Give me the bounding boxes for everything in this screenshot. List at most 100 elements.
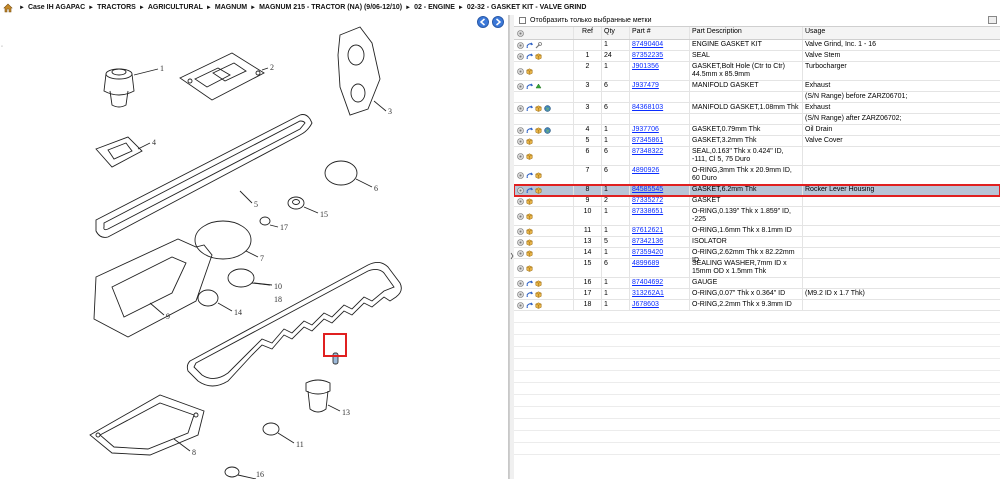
row-part-number[interactable]: 87345861 xyxy=(630,136,690,146)
table-row[interactable]: 7 6 4890926 O-RING,3mm Thk x 20.9mm ID, 60 … xyxy=(514,166,1000,185)
table-row[interactable]: (S/N Range) after ZARZ06702; xyxy=(514,114,1000,125)
row-part-number[interactable] xyxy=(630,114,690,124)
part-turbo-gasket[interactable] xyxy=(179,52,269,101)
row-part-number[interactable]: 87490404 xyxy=(630,40,690,50)
part-number-link[interactable]: 87345861 xyxy=(632,137,663,144)
row-part-number[interactable]: J937479 xyxy=(630,81,690,91)
part-number-link[interactable]: 87342136 xyxy=(632,238,663,245)
table-row[interactable]: 3 6 J937479 MANIFOLD GASKET Exhaust xyxy=(514,81,1000,92)
part-number-link[interactable]: 87612621 xyxy=(632,227,663,234)
row-part-number[interactable]: 87348322 xyxy=(630,147,690,165)
callout-6[interactable]: 6 xyxy=(374,184,378,193)
arrow-icon[interactable] xyxy=(526,52,534,60)
table-row[interactable]: 16 1 87404692 GAUGE xyxy=(514,278,1000,289)
part-oil-drain-gasket[interactable] xyxy=(95,136,151,168)
gear-icon[interactable] xyxy=(517,82,524,90)
row-part-number[interactable]: 87335272 xyxy=(630,196,690,206)
gear-icon[interactable] xyxy=(517,264,524,272)
gear-icon[interactable] xyxy=(517,290,524,298)
part-number-link[interactable]: 84368103 xyxy=(632,104,663,111)
arrow-icon[interactable] xyxy=(526,126,534,134)
table-row[interactable]: 3 6 84368103 MANIFOLD GASKET,1.08mm Thk Exha… xyxy=(514,103,1000,114)
table-row[interactable]: 13 5 87342136 ISOLATOR xyxy=(514,237,1000,248)
box-icon[interactable] xyxy=(535,187,542,194)
exploded-parts-diagram[interactable]: 1 2 3 4 5 6 7 8 9 10 11 13 14 15 16 17 1… xyxy=(0,15,508,479)
table-row[interactable]: 10 1 87338651 O-RING,0.139" Thk x 1.859" ID… xyxy=(514,207,1000,226)
row-part-number[interactable]: 87359420 xyxy=(630,248,690,258)
box-icon[interactable] xyxy=(526,213,533,220)
part-number-link[interactable]: 87404692 xyxy=(632,279,663,286)
part-manifold-gasket[interactable] xyxy=(337,26,387,116)
box-icon[interactable] xyxy=(526,228,533,235)
gear-icon[interactable] xyxy=(517,41,524,49)
box-icon[interactable] xyxy=(526,198,533,205)
globe-icon[interactable] xyxy=(544,104,551,112)
header-ref[interactable]: Ref xyxy=(574,27,602,39)
breadcrumb-item[interactable]: AGRICULTURAL xyxy=(148,4,203,11)
gear-icon[interactable] xyxy=(517,52,524,60)
row-part-number[interactable]: 4899689 xyxy=(630,259,690,277)
table-row[interactable]: 11 1 87612621 O-RING,1.6mm Thk x 8.1mm ID xyxy=(514,226,1000,237)
table-row[interactable]: 2 1 J901356 GASKET,Bolt Hole (Ctr to Ctr) 4… xyxy=(514,62,1000,81)
callout-7[interactable]: 7 xyxy=(260,254,264,263)
part-number-link[interactable]: 87335272 xyxy=(632,197,663,204)
part-o-ring-large[interactable] xyxy=(194,220,259,260)
box-icon[interactable] xyxy=(535,291,542,298)
callout-4[interactable]: 4 xyxy=(152,138,156,147)
show-selected-only-checkbox[interactable] xyxy=(519,17,526,24)
part-valve-cover-gasket[interactable] xyxy=(95,114,313,238)
table-row[interactable]: 1 24 87352235 SEAL Valve Stem xyxy=(514,51,1000,62)
part-gauge[interactable] xyxy=(224,466,257,479)
box-icon[interactable] xyxy=(535,105,542,112)
gear-icon[interactable] xyxy=(517,186,524,194)
box-icon[interactable] xyxy=(526,250,533,257)
gear-icon[interactable] xyxy=(517,238,524,246)
part-o-ring-18[interactable] xyxy=(253,282,273,286)
table-row[interactable]: 6 6 87348322 SEAL,0.163" Thk x 0.424" ID, -… xyxy=(514,147,1000,166)
breadcrumb-item[interactable]: MAGNUM 215 - TRACTOR (NA) (9/06-12/10) xyxy=(259,4,402,11)
breadcrumb-item[interactable]: TRACTORS xyxy=(97,4,136,11)
part-rocker-lever-gasket[interactable] xyxy=(186,262,402,387)
callout-16[interactable]: 16 xyxy=(256,470,264,479)
part-number-link[interactable]: 87352235 xyxy=(632,52,663,59)
table-row[interactable]: 9 2 87335272 GASKET xyxy=(514,196,1000,207)
arrow-icon[interactable] xyxy=(526,171,534,179)
part-number-link[interactable]: J937706 xyxy=(632,126,659,133)
box-icon[interactable] xyxy=(535,280,542,287)
row-part-number[interactable]: 313262A1 xyxy=(630,289,690,299)
wrench-icon[interactable] xyxy=(535,41,542,49)
breadcrumb-item[interactable]: Case IH AGAPAC xyxy=(28,4,85,11)
table-row[interactable]: 4 1 J937706 GASKET,0.79mm Thk Oil Drain xyxy=(514,125,1000,136)
arrow-icon[interactable] xyxy=(526,279,534,287)
part-seal-ring[interactable] xyxy=(324,160,373,188)
box-icon[interactable] xyxy=(526,68,533,75)
part-mat[interactable] xyxy=(93,238,213,338)
row-part-number[interactable]: 84585545 xyxy=(630,185,690,195)
gear-icon[interactable] xyxy=(517,104,524,112)
row-part-number[interactable]: 87342136 xyxy=(630,237,690,247)
row-part-number[interactable] xyxy=(630,92,690,102)
callout-14[interactable]: 14 xyxy=(234,308,242,317)
row-part-number[interactable]: J678603 xyxy=(630,300,690,310)
box-icon[interactable] xyxy=(526,153,533,160)
part-sealing-washer[interactable] xyxy=(287,196,319,214)
part-number-link[interactable]: 313262A1 xyxy=(632,290,664,297)
part-number-link[interactable]: 4899689 xyxy=(632,260,659,267)
breadcrumb-item[interactable]: MAGNUM xyxy=(215,4,247,11)
callout-3[interactable]: 3 xyxy=(388,107,392,116)
part-number-link[interactable]: 87348322 xyxy=(632,148,663,155)
gear-icon[interactable] xyxy=(517,152,524,160)
settings-icon[interactable] xyxy=(517,29,524,37)
gear-icon[interactable] xyxy=(517,171,524,179)
gear-icon[interactable] xyxy=(517,212,524,220)
gear-icon[interactable] xyxy=(517,197,524,205)
table-row[interactable]: 15 6 4899689 SEALING WASHER,7mm ID x 15mm O… xyxy=(514,259,1000,278)
part-isolator[interactable] xyxy=(305,379,341,413)
breadcrumb-item[interactable]: 02-32 - GASKET KIT - VALVE GRIND xyxy=(467,4,587,11)
box-icon[interactable] xyxy=(535,302,542,309)
box-icon[interactable] xyxy=(535,172,542,179)
gear-icon[interactable] xyxy=(517,249,524,257)
recycle-icon[interactable] xyxy=(535,83,542,90)
part-gasket[interactable] xyxy=(89,394,205,456)
table-row[interactable]: 8 1 84585545 GASKET,6.2mm Thk Rocker Lever H… xyxy=(514,184,1000,197)
